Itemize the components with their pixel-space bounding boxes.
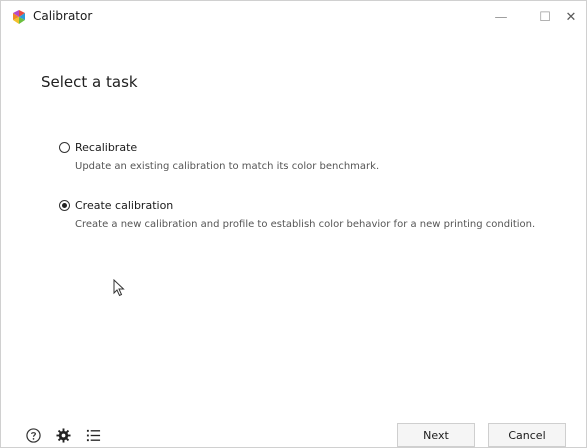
create-calibration-radio[interactable] [59, 200, 70, 211]
option-create-calibration[interactable]: Create calibration Create a new calibrat… [59, 199, 535, 230]
window-title: Calibrator [33, 9, 93, 23]
footer-icons [25, 427, 101, 443]
option-recalibrate[interactable]: Recalibrate Update an existing calibrati… [59, 141, 379, 172]
recalibrate-label[interactable]: Recalibrate [75, 141, 137, 154]
gear-icon[interactable] [55, 427, 71, 443]
radio-row[interactable]: Recalibrate [59, 141, 379, 154]
create-calibration-description: Create a new calibration and profile to … [75, 219, 536, 230]
cancel-button[interactable]: Cancel [488, 423, 566, 447]
create-calibration-label[interactable]: Create calibration [75, 199, 173, 212]
recalibrate-radio[interactable] [59, 142, 70, 153]
list-icon[interactable] [85, 427, 101, 443]
help-icon[interactable] [25, 427, 41, 443]
title-bar: Calibrator — ☐ ✕ [1, 1, 586, 33]
minimize-button[interactable]: — [479, 1, 523, 33]
mouse-cursor-icon [113, 279, 125, 297]
app-icon [13, 10, 25, 24]
recalibrate-description: Update an existing calibration to match … [75, 161, 380, 172]
page-heading: Select a task [41, 73, 138, 91]
next-button[interactable]: Next [397, 423, 475, 447]
radio-row[interactable]: Create calibration [59, 199, 535, 212]
calibrator-window: Calibrator — ☐ ✕ Select a task Recalibra… [0, 0, 587, 448]
close-button[interactable]: ✕ [549, 1, 587, 33]
